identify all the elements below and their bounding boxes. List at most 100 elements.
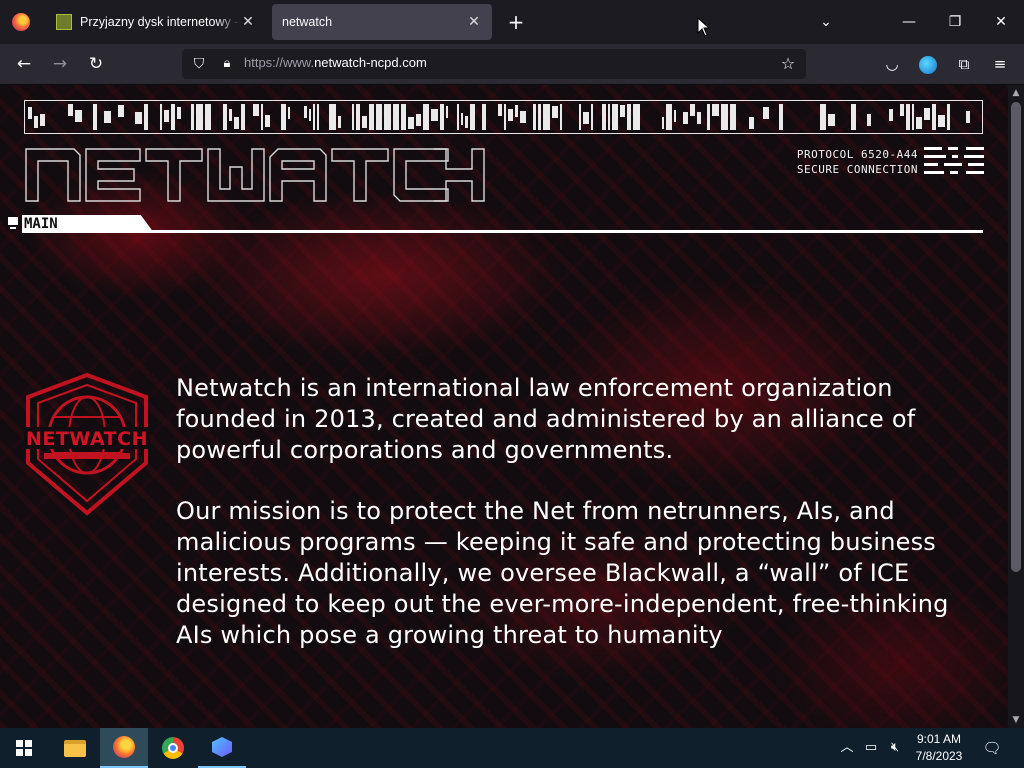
list-all-tabs-icon[interactable]: ⌄ <box>812 8 840 36</box>
section-divider <box>22 230 983 233</box>
screen: Przyjazny dysk internetowy - Ch ✕ netwat… <box>0 0 1024 768</box>
app-icon <box>212 737 232 757</box>
barcode-bar <box>583 112 589 124</box>
barcode-bar <box>966 111 970 123</box>
chrome-icon <box>162 737 184 759</box>
tracking-protection-shield-icon[interactable]: ⛉ <box>190 54 208 74</box>
barcode-bar <box>543 104 550 130</box>
barcode-bar <box>309 109 311 121</box>
close-window-icon[interactable]: ✕ <box>978 0 1024 44</box>
start-button[interactable] <box>0 728 48 768</box>
clock-time: 9:01 AM <box>916 732 962 746</box>
barcode-bar <box>674 110 676 122</box>
barcode-bar <box>465 116 468 128</box>
barcode-bar <box>288 107 290 119</box>
address-bar[interactable]: ⛉ 🔒︎ https://www.netwatch-ncpd.com ☆ <box>182 49 806 79</box>
barcode-bar <box>579 104 581 130</box>
reload-icon[interactable]: ↻ <box>81 49 111 79</box>
barcode-bar <box>393 104 399 130</box>
barcode-bar <box>75 110 82 122</box>
hamburger-menu-icon[interactable]: ≡ <box>985 49 1015 79</box>
network-icon[interactable]: ▭ <box>860 728 882 768</box>
notifications-icon[interactable]: 🗨︎ <box>978 728 1006 768</box>
lock-icon[interactable]: 🔒︎ <box>218 54 236 74</box>
pocket-icon[interactable]: ◡ <box>877 49 907 79</box>
barcode-bar <box>482 104 486 130</box>
barcode-bar <box>104 111 111 123</box>
barcode-bar <box>261 104 263 130</box>
main-section-tab[interactable]: MAIN <box>8 215 983 235</box>
barcode-bar <box>135 112 142 124</box>
section-marker-dash <box>10 227 16 229</box>
bookmark-star-icon[interactable]: ☆ <box>778 53 798 75</box>
tab-close-icon[interactable]: ✕ <box>466 14 482 30</box>
tab-close-icon[interactable]: ✕ <box>240 14 256 30</box>
minimize-icon[interactable]: — <box>886 0 932 44</box>
taskbar-chrome[interactable] <box>149 728 197 768</box>
url-text[interactable]: https://www.netwatch-ncpd.com <box>244 55 427 70</box>
barcode-bar <box>171 104 175 130</box>
back-arrow-icon[interactable]: ← <box>9 49 39 79</box>
barcode-bar <box>362 116 367 128</box>
show-hidden-icons-chevron-icon[interactable]: ︿ <box>838 728 856 768</box>
barcode-bar <box>924 108 930 120</box>
page-content: PROTOCOL 6520-A44 SECURE CONNECTION MAIN <box>0 85 1008 728</box>
barcode-bar <box>947 104 950 130</box>
vertical-scrollbar[interactable]: ▲ ▼ <box>1008 85 1024 728</box>
barcode-bar <box>906 104 910 130</box>
firefox-menu-button[interactable] <box>0 0 42 44</box>
forward-arrow-icon[interactable]: → <box>45 49 75 79</box>
barcode-bar <box>712 104 719 116</box>
barcode-bar <box>520 111 526 123</box>
barcode-bar <box>205 104 211 130</box>
tab-netwatch[interactable]: netwatch ✕ <box>272 4 492 40</box>
barcode-bar <box>560 104 562 130</box>
taskbar-firefox[interactable] <box>100 728 148 768</box>
navigation-toolbar: ← → ↻ ⛉ 🔒︎ https://www.netwatch-ncpd.com… <box>0 44 1024 85</box>
restore-icon[interactable]: ❐ <box>932 0 978 44</box>
intro-paragraph-1: Netwatch is an international law enforce… <box>176 374 916 464</box>
barcode-bar <box>697 112 701 124</box>
barcode-bar <box>707 104 710 130</box>
barcode-bar <box>533 104 536 130</box>
barcode-bar <box>281 104 286 130</box>
scroll-up-icon[interactable]: ▲ <box>1008 85 1024 101</box>
barcode-bar <box>683 112 688 124</box>
barcode-bar <box>666 104 672 130</box>
barcode-bar <box>690 104 695 116</box>
barcode-bar <box>118 105 124 117</box>
barcode-bar <box>515 105 518 117</box>
badge-text: NETWATCH <box>26 428 148 450</box>
netwatch-logo[interactable] <box>24 147 486 207</box>
scroll-thumb[interactable] <box>1011 102 1021 572</box>
account-icon[interactable] <box>913 49 943 79</box>
barcode-bar <box>627 104 631 130</box>
barcode-bar <box>763 107 769 119</box>
barcode-bar <box>608 104 610 130</box>
barcode-bar <box>229 109 232 121</box>
taskbar-file-explorer[interactable] <box>51 728 99 768</box>
mouse-cursor-icon <box>697 17 709 37</box>
barcode-bar <box>504 104 506 130</box>
barcode-bar <box>912 104 914 130</box>
volume-muted-icon[interactable]: 🔇︎ <box>884 728 906 768</box>
extensions-icon[interactable]: ⧉ <box>949 49 979 79</box>
new-tab-button[interactable]: + <box>502 8 530 36</box>
barcode-bar <box>352 104 354 130</box>
barcode-bar <box>34 116 38 128</box>
barcode-bar <box>900 104 904 116</box>
intro-paragraph-2: Our mission is to protect the Net from n… <box>176 497 949 649</box>
netwatch-badge-icon: NETWATCH <box>24 372 150 516</box>
barcode-bar <box>253 104 259 116</box>
barcode-bar <box>369 104 374 130</box>
barcode-bar <box>828 114 835 126</box>
barcode-bar <box>779 104 783 130</box>
system-clock[interactable]: 9:01 AM 7/8/2023 <box>910 731 968 765</box>
taskbar-app[interactable] <box>198 728 246 768</box>
barcode-bar <box>470 104 475 130</box>
scroll-down-icon[interactable]: ▼ <box>1008 712 1024 728</box>
tab-title: netwatch <box>282 15 333 29</box>
barcode-bar <box>164 110 169 122</box>
tab-przyjazny-dysk[interactable]: Przyjazny dysk internetowy - Ch ✕ <box>46 4 266 40</box>
barcode-bar <box>552 106 558 118</box>
